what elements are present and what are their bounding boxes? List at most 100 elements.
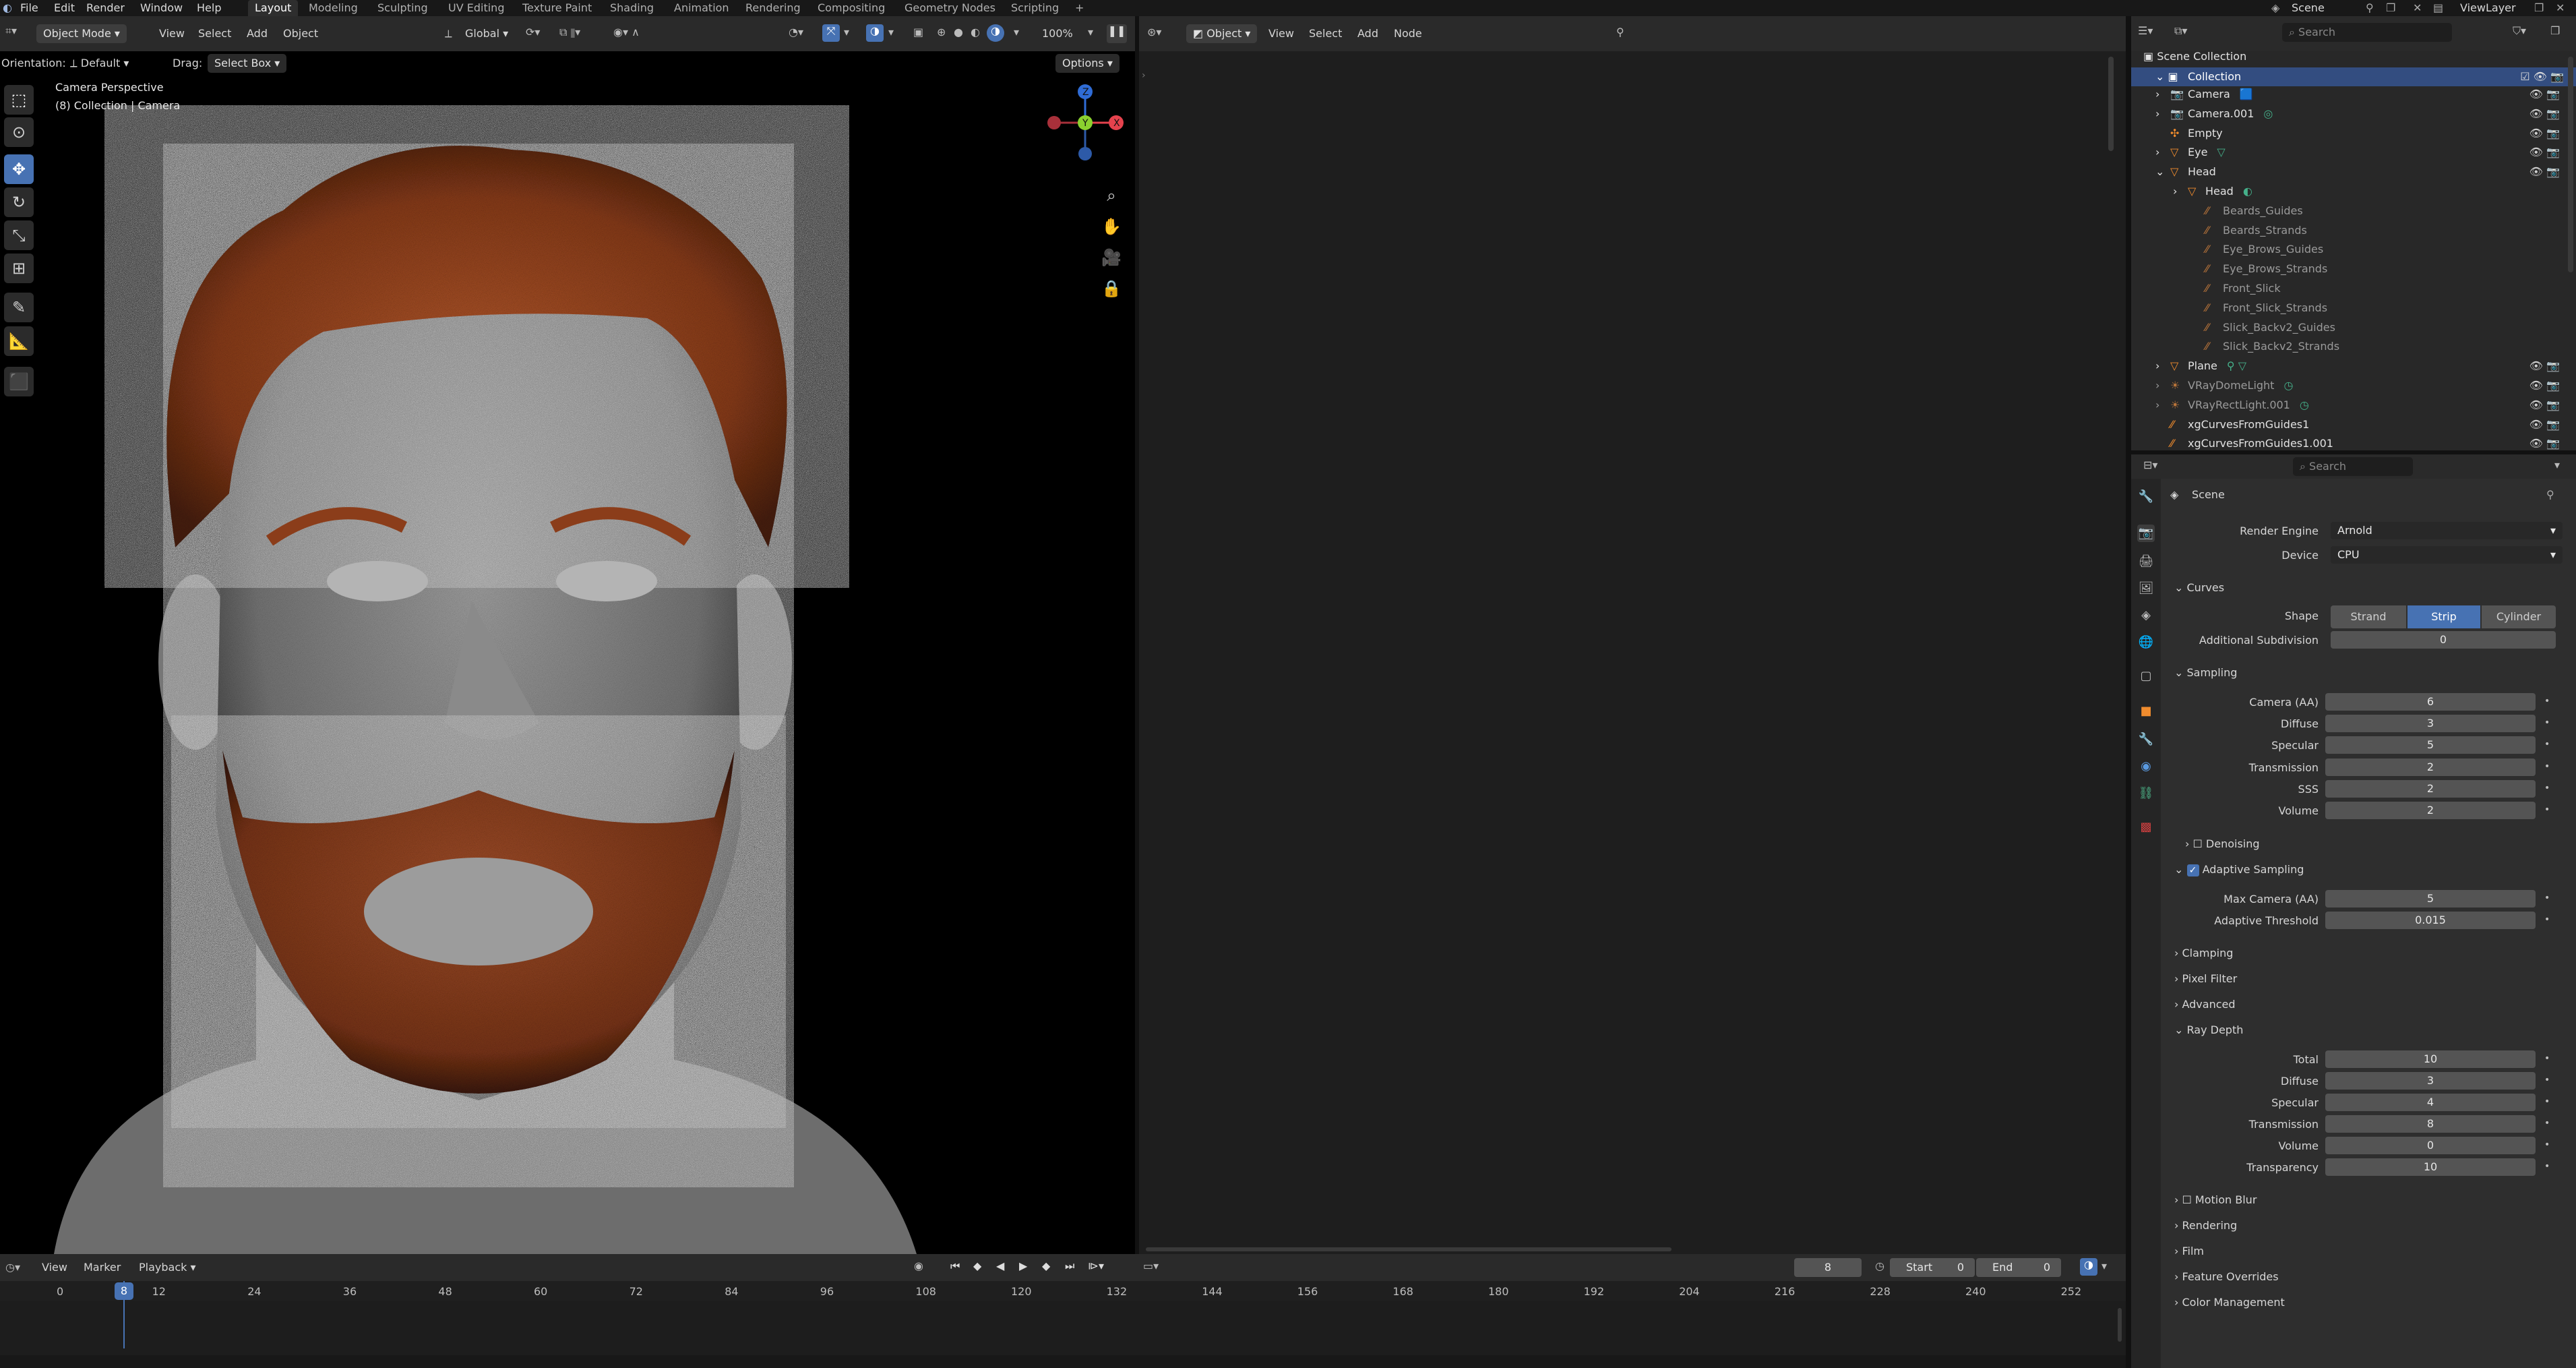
outliner-expand-icon[interactable]: ⌄ [2155,165,2170,178]
property-value-field[interactable]: 10 [2325,1050,2536,1068]
property-value-field[interactable]: 2 [2325,779,2536,798]
workspace-tab-animation[interactable]: Animation [667,0,736,16]
gizmo-dropdown-icon[interactable]: ▾ [844,26,849,38]
next-keyframe-icon[interactable]: ◆ [1042,1259,1050,1272]
node-sidebar-toggle-icon[interactable]: › [1142,70,1146,81]
add-cube-tool[interactable]: ⬛ [4,367,34,396]
keyframe-dot-icon[interactable]: • [2544,1075,2550,1086]
timeline-menu-playback[interactable]: Playback ▾ [139,1261,196,1274]
node-menu-view[interactable]: View [1268,27,1294,40]
outliner-item[interactable]: › ▽ Eye ▽ 👁 📷 [2155,146,2560,165]
outliner-item[interactable]: ⁄⁄ xgCurvesFromGuides1 👁 📷 [2155,418,2560,437]
timeline-ruler[interactable] [0,1281,2126,1301]
select-box-tool[interactable]: ⬚ [4,85,34,115]
workspace-tab-uv-editing[interactable]: UV Editing [441,0,511,16]
pivot-icon[interactable]: ⟳▾ [526,26,540,38]
workspace-tab-sculpting[interactable]: Sculpting [371,0,435,16]
gizmo-toggle-icon[interactable]: ⤧ [822,24,840,42]
workspace-tab-shading[interactable]: Shading [603,0,661,16]
outliner-item[interactable]: ⁄⁄ Slick_Backv2_Strands [2190,340,2560,359]
pixel-filter-section-header[interactable]: › Pixel Filter [2174,972,2237,985]
outliner-item[interactable]: ⌄ ▽ Head 👁 📷 [2155,165,2560,184]
camera-view-icon[interactable]: 🎥 [1098,244,1125,271]
menu-edit[interactable]: Edit [54,1,75,14]
timeline-scrollbar[interactable] [2118,1308,2122,1342]
new-collection-icon[interactable]: ❐ [2550,24,2560,37]
delete-view-layer-icon[interactable]: ✕ [2556,1,2565,14]
advanced-section-header[interactable]: › Advanced [2174,998,2236,1011]
outliner-item[interactable]: › ▽ Plane ⚲ ▽ 👁 📷 [2155,359,2560,378]
properties-search-input[interactable]: ⌕ Search [2293,457,2413,476]
zoom-dropdown-icon[interactable]: ▾ [1088,26,1093,38]
properties-options-icon[interactable]: ▾ [2554,458,2560,471]
shading-material-icon[interactable]: ◐ [971,26,980,38]
properties-pin-icon[interactable]: ⚲ [2546,488,2554,501]
collection-tab-icon[interactable]: ▢ [2137,667,2155,685]
zoom-icon[interactable]: ⌕ [1098,182,1125,209]
current-frame-field[interactable]: 8 [1794,1258,1862,1277]
measure-tool[interactable]: 📐 [4,326,34,356]
outliner-expand-icon[interactable]: › [2155,107,2170,120]
keying-icon[interactable]: ⧐▾ [1088,1259,1104,1272]
property-value-field[interactable]: 4 [2325,1094,2536,1111]
outliner-item[interactable]: ⁄⁄ Eye_Brows_Guides [2190,243,2560,262]
shape-strip-button[interactable]: Strip [2408,605,2480,628]
collection-expand-icon[interactable]: ⌄ ▣ [2155,70,2178,83]
jump-start-icon[interactable]: ⏮ [950,1259,960,1273]
menu-file[interactable]: File [20,1,38,14]
visibility-toggle-icon[interactable]: 👁 📷 [2529,418,2560,431]
property-value-field[interactable]: 3 [2325,715,2536,733]
keyframe-dot-icon[interactable]: • [2544,717,2550,728]
prev-keyframe-icon[interactable]: ◆ [973,1259,981,1272]
node-menu-node[interactable]: Node [1394,27,1422,40]
cursor-tool[interactable]: ⊙ [4,117,34,147]
display-mode-icon[interactable]: ⧉▾ [2174,24,2187,38]
keyframe-dot-icon[interactable]: • [2544,804,2550,815]
visibility-toggle-icon[interactable]: 👁 📷 [2529,127,2560,140]
keyframe-dot-icon[interactable]: • [2544,761,2550,772]
color-management-section-header[interactable]: › Color Management [2174,1296,2285,1309]
end-frame-field[interactable]: End 0 [1976,1258,2061,1277]
shading-dropdown-icon[interactable]: ▾ [1014,26,1019,38]
timeline-menu-view[interactable]: View [42,1261,67,1274]
menu-help[interactable]: Help [197,1,221,14]
visibility-toggle-icon[interactable]: 👁 📷 [2529,437,2560,450]
menu-render[interactable]: Render [86,1,125,14]
shading-rendered-icon[interactable]: ◑ [987,24,1004,42]
menu-window[interactable]: Window [140,1,183,14]
blender-logo-icon[interactable]: ◐ [3,1,12,14]
viewport-menu-view[interactable]: View [159,27,185,40]
delete-scene-icon[interactable]: ✕ [2413,1,2422,14]
film-section-header[interactable]: › Film [2174,1245,2204,1257]
adaptive-sampling-checkbox[interactable]: ✓ [2186,864,2199,876]
pin-icon[interactable]: ⚲ [2366,1,2374,14]
lock-camera-icon[interactable]: 🔒 [1098,275,1125,302]
node-menu-select[interactable]: Select [1309,27,1342,40]
feature-overrides-section-header[interactable]: › Feature Overrides [2174,1270,2279,1283]
property-value-field[interactable]: 10 [2325,1158,2536,1176]
scene-collection-row[interactable]: ▣ Scene Collection [2143,50,2246,63]
snap-icon[interactable]: ⧉ ⦀▾ [559,26,580,39]
view-layer-tab-icon[interactable]: 🖼 [2137,580,2155,597]
rotate-tool[interactable]: ↻ [4,187,34,217]
node-menu-add[interactable]: Add [1357,27,1378,40]
workspace-tab-scripting[interactable]: Scripting [1004,0,1066,16]
timeline-editor-type-icon[interactable]: ◷▾ [5,1261,20,1274]
visibility-toggle-icon[interactable]: 👁 📷 [2529,359,2560,372]
keyframe-dot-icon[interactable]: • [2544,914,2550,925]
property-value-field[interactable]: 5 [2325,890,2536,908]
xray-icon[interactable]: ▣ [913,26,923,38]
drag-dropdown[interactable]: Select Box ▾ [208,54,287,73]
keyframe-dot-icon[interactable]: • [2544,783,2550,794]
shape-strand-button[interactable]: Strand [2331,605,2406,628]
new-view-layer-icon[interactable]: ❐ [2534,1,2544,14]
move-tool[interactable]: ✥ [4,154,34,184]
keyframe-dot-icon[interactable]: • [2544,1096,2550,1107]
timeline[interactable]: ◷▾ View Marker Playback ▾ ◉ ⏮ ◆ ◀ ▶ ◆ ⏭ … [0,1254,2126,1368]
outliner-item[interactable]: › ▽ Head ◐ [2173,185,2560,204]
playhead-frame-label[interactable]: 8 [115,1282,133,1300]
property-value-field[interactable]: 5 [2325,736,2536,754]
add-workspace-button[interactable]: + [1068,0,1091,16]
texture-tab-icon[interactable]: ▩ [2137,819,2155,836]
workspace-tab-texture-paint[interactable]: Texture Paint [516,0,599,16]
